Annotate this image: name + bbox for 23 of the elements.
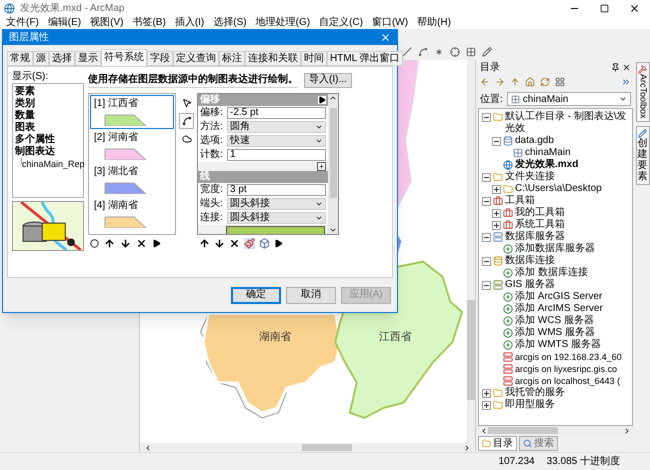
dialog-title: 图层属性 (9, 30, 49, 45)
field-label: 选项: (200, 136, 224, 146)
status-text: 107.234 (498, 455, 535, 469)
field-label: 端头: (200, 199, 224, 209)
field-label: 方法: (200, 122, 224, 132)
status-text: 33.085 十进制度 (546, 454, 620, 469)
rule-label: [1] 江西省 (94, 98, 139, 110)
province-label: 湖南省 (259, 331, 292, 344)
description-text: 使用存储在图层数据源中的制图表达进行绘制。 (88, 72, 298, 88)
rule-label: [2] 河南省 (94, 132, 139, 144)
group-title: 偏移 (200, 95, 220, 105)
show-label: 显示(S): (12, 71, 50, 83)
field-label: 偏移: (200, 108, 224, 118)
rule-label: [3] 湖北省 (94, 166, 139, 178)
window-title: 发光效果.mxd - ArcMap (20, 2, 124, 16)
field-label: 计数: (200, 150, 224, 160)
province-label: 江西省 (379, 331, 412, 344)
field-label: 宽度: (200, 185, 224, 195)
rule-label: [4] 湖南省 (94, 200, 139, 212)
field-label: 连接: (200, 213, 224, 223)
group-title: 线 (200, 172, 210, 182)
location-label: 位置: (480, 92, 503, 106)
panel-title: 目录 (480, 60, 500, 74)
